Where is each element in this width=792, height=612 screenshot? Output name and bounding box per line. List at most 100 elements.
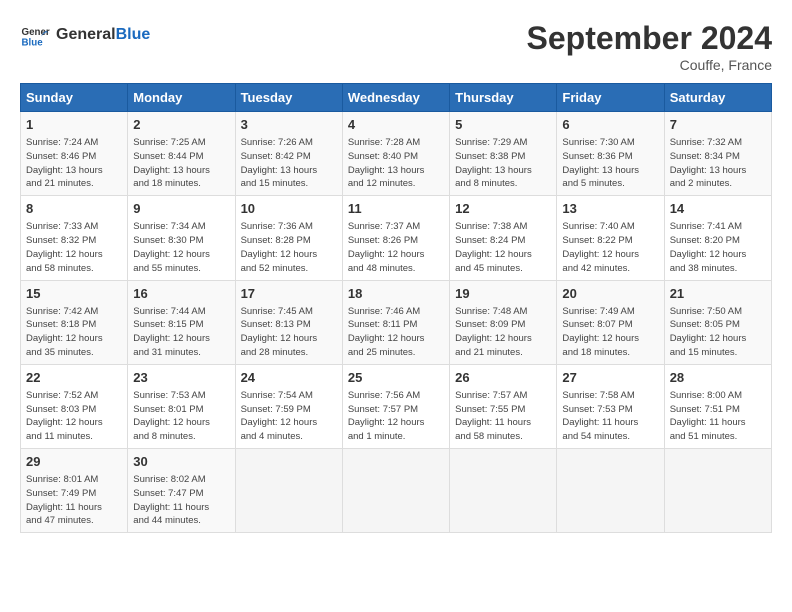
col-friday: Friday xyxy=(557,84,664,112)
col-wednesday: Wednesday xyxy=(342,84,449,112)
month-title: September 2024 xyxy=(527,20,772,57)
day-info: Sunrise: 7:48 AM Sunset: 8:09 PM Dayligh… xyxy=(455,305,551,360)
table-row: 10 Sunrise: 7:36 AM Sunset: 8:28 PM Dayli… xyxy=(235,196,342,280)
day-number: 28 xyxy=(670,369,766,387)
day-number: 29 xyxy=(26,453,122,471)
table-row: 2 Sunrise: 7:25 AM Sunset: 8:44 PM Daylig… xyxy=(128,112,235,196)
day-info: Sunrise: 7:36 AM Sunset: 8:28 PM Dayligh… xyxy=(241,220,337,275)
day-number: 19 xyxy=(455,285,551,303)
day-number: 4 xyxy=(348,116,444,134)
table-row: 25 Sunrise: 7:56 AM Sunset: 7:57 PM Dayli… xyxy=(342,364,449,448)
table-row: 21 Sunrise: 7:50 AM Sunset: 8:05 PM Dayli… xyxy=(664,280,771,364)
table-row: 14Sunrise: 7:41 AM Sunset: 8:20 PM Dayli… xyxy=(664,196,771,280)
day-info: Sunrise: 7:52 AM Sunset: 8:03 PM Dayligh… xyxy=(26,389,122,444)
day-number: 22 xyxy=(26,369,122,387)
table-row: 13 Sunrise: 7:40 AM Sunset: 8:22 PM Dayli… xyxy=(557,196,664,280)
day-info: Sunrise: 7:26 AM Sunset: 8:42 PM Dayligh… xyxy=(241,136,337,191)
day-number: 21 xyxy=(670,285,766,303)
table-row: 11 Sunrise: 7:37 AM Sunset: 8:26 PM Dayli… xyxy=(342,196,449,280)
day-info: Sunrise: 7:41 AM Sunset: 8:20 PM Dayligh… xyxy=(670,220,766,275)
day-info: Sunrise: 7:56 AM Sunset: 7:57 PM Dayligh… xyxy=(348,389,444,444)
day-info: Sunrise: 7:37 AM Sunset: 8:26 PM Dayligh… xyxy=(348,220,444,275)
day-info: Sunrise: 7:29 AM Sunset: 8:38 PM Dayligh… xyxy=(455,136,551,191)
calendar-week-row: 1Sunrise: 7:24 AM Sunset: 8:46 PM Daylig… xyxy=(21,112,772,196)
day-info: Sunrise: 7:44 AM Sunset: 8:15 PM Dayligh… xyxy=(133,305,229,360)
day-info: Sunrise: 8:00 AM Sunset: 7:51 PM Dayligh… xyxy=(670,389,766,444)
header-row: Sunday Monday Tuesday Wednesday Thursday… xyxy=(21,84,772,112)
day-number: 23 xyxy=(133,369,229,387)
day-number: 7 xyxy=(670,116,766,134)
table-row: 9 Sunrise: 7:34 AM Sunset: 8:30 PM Daylig… xyxy=(128,196,235,280)
day-number: 6 xyxy=(562,116,658,134)
table-row: 26Sunrise: 7:57 AM Sunset: 7:55 PM Dayli… xyxy=(450,364,557,448)
calendar-week-row: 8 Sunrise: 7:33 AM Sunset: 8:32 PM Daylig… xyxy=(21,196,772,280)
day-number: 1 xyxy=(26,116,122,134)
day-number: 26 xyxy=(455,369,551,387)
day-number: 15 xyxy=(26,285,122,303)
calendar-table: Sunday Monday Tuesday Wednesday Thursday… xyxy=(20,83,772,533)
day-info: Sunrise: 7:42 AM Sunset: 8:18 PM Dayligh… xyxy=(26,305,122,360)
day-info: Sunrise: 7:30 AM Sunset: 8:36 PM Dayligh… xyxy=(562,136,658,191)
day-number: 3 xyxy=(241,116,337,134)
svg-text:Blue: Blue xyxy=(22,38,44,49)
day-info: Sunrise: 7:50 AM Sunset: 8:05 PM Dayligh… xyxy=(670,305,766,360)
table-row: 29 Sunrise: 8:01 AM Sunset: 7:49 PM Dayli… xyxy=(21,449,128,533)
calendar-week-row: 29 Sunrise: 8:01 AM Sunset: 7:49 PM Dayli… xyxy=(21,449,772,533)
day-info: Sunrise: 7:49 AM Sunset: 8:07 PM Dayligh… xyxy=(562,305,658,360)
day-number: 9 xyxy=(133,200,229,218)
table-row: 28 Sunrise: 8:00 AM Sunset: 7:51 PM Dayli… xyxy=(664,364,771,448)
table-row xyxy=(450,449,557,533)
logo: General Blue GeneralBlue xyxy=(20,20,150,50)
table-row: 4 Sunrise: 7:28 AM Sunset: 8:40 PM Daylig… xyxy=(342,112,449,196)
table-row: 8 Sunrise: 7:33 AM Sunset: 8:32 PM Daylig… xyxy=(21,196,128,280)
table-row: 1Sunrise: 7:24 AM Sunset: 8:46 PM Daylig… xyxy=(21,112,128,196)
day-number: 2 xyxy=(133,116,229,134)
day-number: 24 xyxy=(241,369,337,387)
day-info: Sunrise: 7:58 AM Sunset: 7:53 PM Dayligh… xyxy=(562,389,658,444)
logo-icon: General Blue xyxy=(20,20,50,50)
day-info: Sunrise: 7:25 AM Sunset: 8:44 PM Dayligh… xyxy=(133,136,229,191)
table-row: 23 Sunrise: 7:53 AM Sunset: 8:01 PM Dayli… xyxy=(128,364,235,448)
table-row: 6 Sunrise: 7:30 AM Sunset: 8:36 PM Daylig… xyxy=(557,112,664,196)
location: Couffe, France xyxy=(527,57,772,73)
table-row xyxy=(342,449,449,533)
day-info: Sunrise: 7:38 AM Sunset: 8:24 PM Dayligh… xyxy=(455,220,551,275)
col-monday: Monday xyxy=(128,84,235,112)
day-number: 10 xyxy=(241,200,337,218)
table-row: 12 Sunrise: 7:38 AM Sunset: 8:24 PM Dayli… xyxy=(450,196,557,280)
calendar-week-row: 15 Sunrise: 7:42 AM Sunset: 8:18 PM Dayli… xyxy=(21,280,772,364)
day-number: 8 xyxy=(26,200,122,218)
day-info: Sunrise: 7:32 AM Sunset: 8:34 PM Dayligh… xyxy=(670,136,766,191)
day-number: 16 xyxy=(133,285,229,303)
day-info: Sunrise: 8:02 AM Sunset: 7:47 PM Dayligh… xyxy=(133,473,229,528)
day-info: Sunrise: 7:40 AM Sunset: 8:22 PM Dayligh… xyxy=(562,220,658,275)
table-row: 15 Sunrise: 7:42 AM Sunset: 8:18 PM Dayli… xyxy=(21,280,128,364)
day-info: Sunrise: 7:46 AM Sunset: 8:11 PM Dayligh… xyxy=(348,305,444,360)
day-info: Sunrise: 8:01 AM Sunset: 7:49 PM Dayligh… xyxy=(26,473,122,528)
table-row xyxy=(664,449,771,533)
day-info: Sunrise: 7:33 AM Sunset: 8:32 PM Dayligh… xyxy=(26,220,122,275)
day-number: 27 xyxy=(562,369,658,387)
table-row: 19 Sunrise: 7:48 AM Sunset: 8:09 PM Dayli… xyxy=(450,280,557,364)
table-row: 27 Sunrise: 7:58 AM Sunset: 7:53 PM Dayli… xyxy=(557,364,664,448)
day-number: 13 xyxy=(562,200,658,218)
logo-blue: Blue xyxy=(116,26,151,43)
day-info: Sunrise: 7:53 AM Sunset: 8:01 PM Dayligh… xyxy=(133,389,229,444)
day-number: 20 xyxy=(562,285,658,303)
day-number: 11 xyxy=(348,200,444,218)
col-tuesday: Tuesday xyxy=(235,84,342,112)
col-thursday: Thursday xyxy=(450,84,557,112)
title-area: September 2024 Couffe, France xyxy=(527,20,772,73)
day-number: 25 xyxy=(348,369,444,387)
day-info: Sunrise: 7:28 AM Sunset: 8:40 PM Dayligh… xyxy=(348,136,444,191)
table-row: 20 Sunrise: 7:49 AM Sunset: 8:07 PM Dayli… xyxy=(557,280,664,364)
day-number: 30 xyxy=(133,453,229,471)
table-row xyxy=(235,449,342,533)
table-row: 24Sunrise: 7:54 AM Sunset: 7:59 PM Dayli… xyxy=(235,364,342,448)
day-number: 17 xyxy=(241,285,337,303)
table-row: 16 Sunrise: 7:44 AM Sunset: 8:15 PM Dayli… xyxy=(128,280,235,364)
col-saturday: Saturday xyxy=(664,84,771,112)
day-number: 12 xyxy=(455,200,551,218)
day-info: Sunrise: 7:34 AM Sunset: 8:30 PM Dayligh… xyxy=(133,220,229,275)
table-row: 5Sunrise: 7:29 AM Sunset: 8:38 PM Daylig… xyxy=(450,112,557,196)
